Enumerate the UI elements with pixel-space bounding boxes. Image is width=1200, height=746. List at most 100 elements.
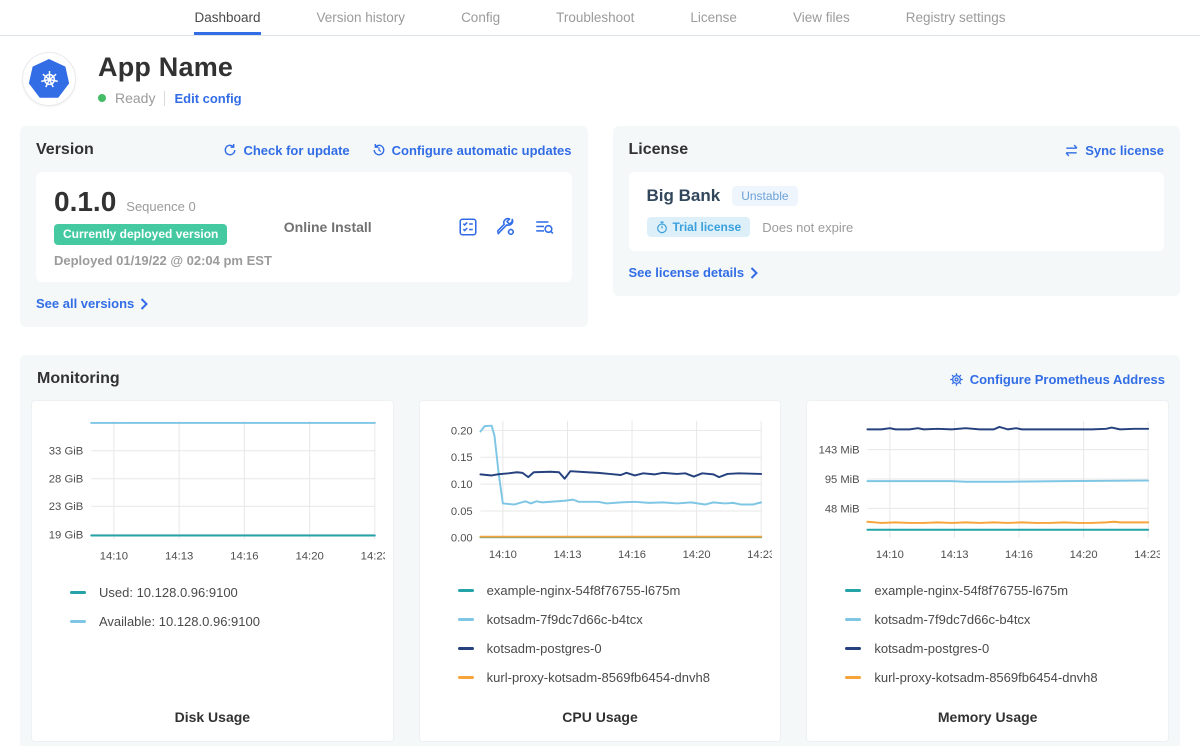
chart-title: Disk Usage <box>40 699 385 725</box>
edit-config-link[interactable]: Edit config <box>174 91 241 106</box>
cards-row: Version Check for update Configure au <box>0 116 1200 327</box>
legend-label: example-nginx-54f8f76755-l675m <box>874 583 1068 598</box>
tab-version-history[interactable]: Version history <box>317 0 406 35</box>
configure-prometheus-button[interactable]: Configure Prometheus Address <box>949 372 1165 387</box>
sync-arrows-icon <box>1064 143 1079 158</box>
svg-text:14:10: 14:10 <box>876 549 904 561</box>
legend-color-swatch <box>845 589 861 592</box>
app-header: App Name Ready Edit config <box>0 36 1200 116</box>
refresh-icon <box>223 143 237 157</box>
version-number: 0.1.0 <box>54 186 116 218</box>
stopwatch-icon <box>656 221 668 234</box>
chart-title: Memory Usage <box>815 699 1160 725</box>
svg-text:14:16: 14:16 <box>1005 549 1033 561</box>
gear-icon <box>949 372 964 387</box>
legend-item: kurl-proxy-kotsadm-8569fb6454-dnvh8 <box>845 670 1160 685</box>
svg-text:14:13: 14:13 <box>941 549 969 561</box>
legend-label: kotsadm-7f9dc7d66c-b4tcx <box>487 612 643 627</box>
legend-color-swatch <box>845 647 861 650</box>
legend-item: kotsadm-postgres-0 <box>845 641 1160 656</box>
svg-text:0.05: 0.05 <box>451 506 473 518</box>
history-clock-icon <box>372 143 386 157</box>
svg-text:143 MiB: 143 MiB <box>819 445 860 457</box>
legend-item: Used: 10.128.0.96:9100 <box>70 585 385 600</box>
see-all-versions-link[interactable]: See all versions <box>36 296 148 311</box>
divider <box>164 91 165 106</box>
deployed-badge: Currently deployed version <box>54 224 227 245</box>
tab-registry-settings[interactable]: Registry settings <box>906 0 1006 35</box>
svg-text:14:10: 14:10 <box>100 551 128 563</box>
svg-text:28 GiB: 28 GiB <box>49 474 84 486</box>
svg-text:14:20: 14:20 <box>295 551 323 563</box>
svg-text:14:16: 14:16 <box>618 549 646 561</box>
legend-color-swatch <box>458 676 474 679</box>
svg-text:0.15: 0.15 <box>451 452 473 464</box>
checklist-icon <box>458 217 478 237</box>
cpu-usage-chart-card: 0.000.050.100.150.2014:1014:1314:1614:20… <box>419 400 782 742</box>
chevron-right-icon <box>140 298 148 310</box>
cpu-usage-legend: example-nginx-54f8f76755-l675m kotsadm-7f… <box>458 583 773 699</box>
chart-title: CPU Usage <box>428 699 773 725</box>
legend-label: kurl-proxy-kotsadm-8569fb6454-dnvh8 <box>487 670 710 685</box>
legend-label: kotsadm-postgres-0 <box>487 641 602 656</box>
disk-usage-chart-card: 19 GiB23 GiB28 GiB33 GiB14:1014:1314:161… <box>31 400 394 742</box>
page-title: App Name <box>98 52 242 83</box>
svg-text:95 MiB: 95 MiB <box>825 474 860 486</box>
tab-license[interactable]: License <box>690 0 737 35</box>
disk-usage-legend: Used: 10.128.0.96:9100 Available: 10.128.… <box>70 585 385 643</box>
top-nav: Dashboard Version history Config Trouble… <box>0 0 1200 36</box>
install-type-label: Online Install <box>284 219 458 235</box>
view-deploy-logs-button[interactable] <box>534 217 554 237</box>
tab-troubleshoot[interactable]: Troubleshoot <box>556 0 634 35</box>
sync-license-button[interactable]: Sync license <box>1064 143 1164 158</box>
memory-usage-chart-card: 48 MiB95 MiB143 MiB14:1014:1314:1614:201… <box>806 400 1169 742</box>
license-card-title: License <box>629 141 689 159</box>
edit-config-gear-button[interactable] <box>496 217 516 237</box>
deployed-timestamp: Deployed 01/19/22 @ 02:04 pm EST <box>54 253 284 268</box>
kubernetes-logo-icon <box>22 52 76 106</box>
legend-item: Available: 10.128.0.96:9100 <box>70 614 385 629</box>
legend-label: Used: 10.128.0.96:9100 <box>99 585 238 600</box>
helm-wheel-icon <box>40 70 59 89</box>
configure-automatic-updates-button[interactable]: Configure automatic updates <box>372 143 572 158</box>
chevron-right-icon <box>750 267 758 279</box>
svg-text:23 GiB: 23 GiB <box>49 501 84 513</box>
legend-label: example-nginx-54f8f76755-l675m <box>487 583 681 598</box>
monitoring-section: Monitoring Configure Prometheus Address … <box>20 355 1180 746</box>
svg-text:14:23: 14:23 <box>1135 549 1161 561</box>
legend-item: kurl-proxy-kotsadm-8569fb6454-dnvh8 <box>458 670 773 685</box>
tab-view-files[interactable]: View files <box>793 0 850 35</box>
version-card-title: Version <box>36 141 94 159</box>
preflight-checks-button[interactable] <box>458 217 478 237</box>
disk-usage-chart: 19 GiB23 GiB28 GiB33 GiB14:1014:1314:161… <box>40 413 385 569</box>
svg-text:48 MiB: 48 MiB <box>825 503 860 515</box>
tab-dashboard[interactable]: Dashboard <box>194 0 260 35</box>
cpu-usage-chart: 0.000.050.100.150.2014:1014:1314:1614:20… <box>428 413 773 567</box>
legend-color-swatch <box>70 591 86 594</box>
license-name: Big Bank <box>647 186 721 206</box>
license-info-card: Big Bank Unstable Trial license Do <box>629 172 1165 251</box>
wrench-gear-icon <box>496 217 516 237</box>
svg-text:14:13: 14:13 <box>553 549 581 561</box>
logs-search-icon <box>534 217 554 237</box>
license-expiry: Does not expire <box>762 220 853 235</box>
status-badge: Ready <box>115 90 155 106</box>
version-sequence: Sequence 0 <box>126 199 195 214</box>
tab-config[interactable]: Config <box>461 0 500 35</box>
legend-label: kotsadm-postgres-0 <box>874 641 989 656</box>
legend-color-swatch <box>845 618 861 621</box>
svg-text:0.20: 0.20 <box>451 425 473 437</box>
svg-text:19 GiB: 19 GiB <box>49 529 84 541</box>
svg-text:14:23: 14:23 <box>747 549 773 561</box>
legend-color-swatch <box>458 589 474 592</box>
monitoring-title: Monitoring <box>37 370 120 388</box>
version-card: Version Check for update Configure au <box>20 126 588 327</box>
check-for-update-button[interactable]: Check for update <box>223 143 349 158</box>
legend-item: kotsadm-7f9dc7d66c-b4tcx <box>845 612 1160 627</box>
license-card: License Sync license Big Bank Unstable <box>613 126 1181 296</box>
memory-usage-chart: 48 MiB95 MiB143 MiB14:1014:1314:1614:201… <box>815 413 1160 567</box>
legend-color-swatch <box>845 676 861 679</box>
legend-item: kotsadm-postgres-0 <box>458 641 773 656</box>
see-license-details-link[interactable]: See license details <box>629 265 759 280</box>
svg-text:14:13: 14:13 <box>165 551 193 563</box>
